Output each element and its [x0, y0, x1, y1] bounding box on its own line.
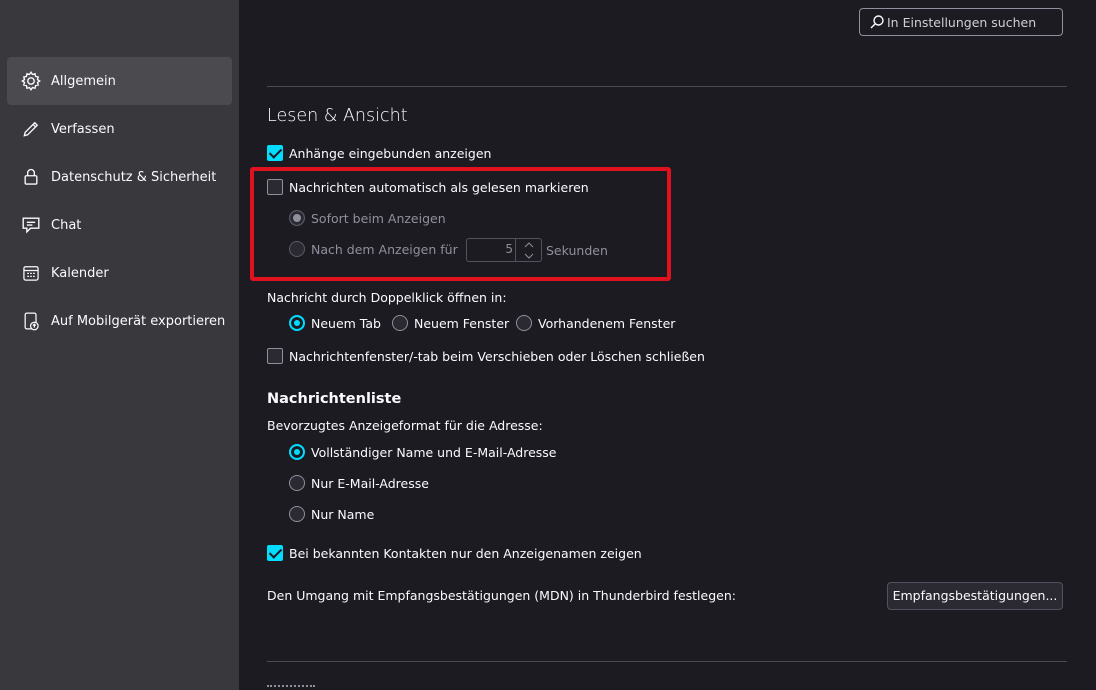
sidebar-item-label: Datenschutz & Sicherheit: [51, 169, 217, 185]
sidebar-item-chat[interactable]: Chat: [7, 201, 232, 249]
open-in-existing-window-label: Vorhandenem Fenster: [538, 315, 676, 331]
address-name-only-row[interactable]: Nur Name: [289, 506, 374, 522]
receipts-button[interactable]: Empfangsbestätigungen...: [887, 582, 1063, 610]
show-attachments-inline-label: Anhänge eingebunden anzeigen: [289, 145, 492, 161]
settings-search[interactable]: [859, 8, 1063, 36]
mobile-export-icon: [19, 309, 43, 333]
sidebar-item-label: Allgemein: [51, 73, 116, 89]
open-in-new-window-radio[interactable]: [392, 315, 408, 331]
lock-icon: [19, 165, 43, 189]
known-contacts-display-name-checkbox[interactable]: [267, 545, 283, 561]
gear-icon: [19, 69, 43, 93]
search-input[interactable]: [887, 9, 1057, 35]
sidebar-item-label: Chat: [51, 217, 82, 233]
highlight-annotation: [250, 167, 671, 281]
address-full-label: Vollständiger Name und E-Mail-Adresse: [311, 444, 557, 460]
sidebar-item-general[interactable]: Allgemein: [7, 57, 232, 105]
address-email-only-row[interactable]: Nur E-Mail-Adresse: [289, 475, 429, 491]
sidebar-item-compose[interactable]: Verfassen: [7, 105, 232, 153]
address-name-only-label: Nur Name: [311, 506, 375, 522]
settings-window: Allgemein Verfassen Datenschutz & Sicher…: [0, 0, 1096, 690]
address-format-label: Bevorzugtes Anzeigeformat für die Adress…: [267, 418, 543, 433]
calendar-icon: [19, 261, 43, 285]
search-icon: [869, 14, 885, 34]
sidebar-item-calendar[interactable]: Kalender: [7, 249, 232, 297]
close-on-move-checkbox[interactable]: [267, 348, 283, 364]
chat-icon: [19, 213, 43, 237]
open-in-new-tab-radio[interactable]: [289, 315, 305, 331]
open-in-new-tab-label: Neuem Tab: [311, 315, 381, 331]
address-full-row[interactable]: Vollständiger Name und E-Mail-Adresse: [289, 444, 557, 460]
divider: [267, 661, 1067, 662]
known-contacts-display-name-row[interactable]: Bei bekannten Kontakten nur den Anzeigen…: [267, 545, 642, 561]
open-in-existing-window-radio[interactable]: [516, 315, 532, 331]
sidebar-item-mobile-export[interactable]: Auf Mobilgerät exportieren: [7, 297, 232, 345]
next-section-title-cutoff: [267, 682, 317, 690]
divider: [267, 86, 1067, 87]
open-by-doubleclick-label: Nachricht durch Doppelklick öffnen in:: [267, 290, 507, 305]
address-name-only-radio[interactable]: [289, 506, 305, 522]
sidebar-item-label: Kalender: [51, 265, 109, 281]
settings-content: Lesen & Ansicht Anhänge eingebunden anze…: [239, 0, 1096, 690]
cutoff-text-fragment: [267, 685, 315, 687]
close-on-move-label: Nachrichtenfenster/-tab beim Verschieben…: [289, 348, 705, 364]
open-in-new-tab-row[interactable]: Neuem Tab: [289, 315, 381, 331]
sidebar-item-label: Auf Mobilgerät exportieren: [51, 313, 226, 329]
show-attachments-inline-checkbox[interactable]: [267, 145, 283, 161]
close-on-move-row[interactable]: Nachrichtenfenster/-tab beim Verschieben…: [267, 348, 705, 364]
section-title-reading: Lesen & Ansicht: [267, 106, 408, 126]
mdn-label: Den Umgang mit Empfangsbestätigungen (MD…: [267, 588, 736, 603]
show-attachments-inline-row[interactable]: Anhänge eingebunden anzeigen: [267, 145, 491, 161]
open-in-new-window-row[interactable]: Neuem Fenster: [392, 315, 509, 331]
section-title-message-list: Nachrichtenliste: [267, 391, 402, 407]
address-email-only-radio[interactable]: [289, 475, 305, 491]
address-full-radio[interactable]: [289, 444, 305, 460]
sidebar-item-privacy[interactable]: Datenschutz & Sicherheit: [7, 153, 232, 201]
sidebar: Allgemein Verfassen Datenschutz & Sicher…: [0, 0, 239, 690]
open-in-existing-window-row[interactable]: Vorhandenem Fenster: [516, 315, 675, 331]
open-in-new-window-label: Neuem Fenster: [414, 315, 510, 331]
pencil-icon: [19, 117, 43, 141]
known-contacts-display-name-label: Bei bekannten Kontakten nur den Anzeigen…: [289, 545, 642, 561]
sidebar-item-label: Verfassen: [51, 121, 115, 137]
address-email-only-label: Nur E-Mail-Adresse: [311, 475, 429, 491]
